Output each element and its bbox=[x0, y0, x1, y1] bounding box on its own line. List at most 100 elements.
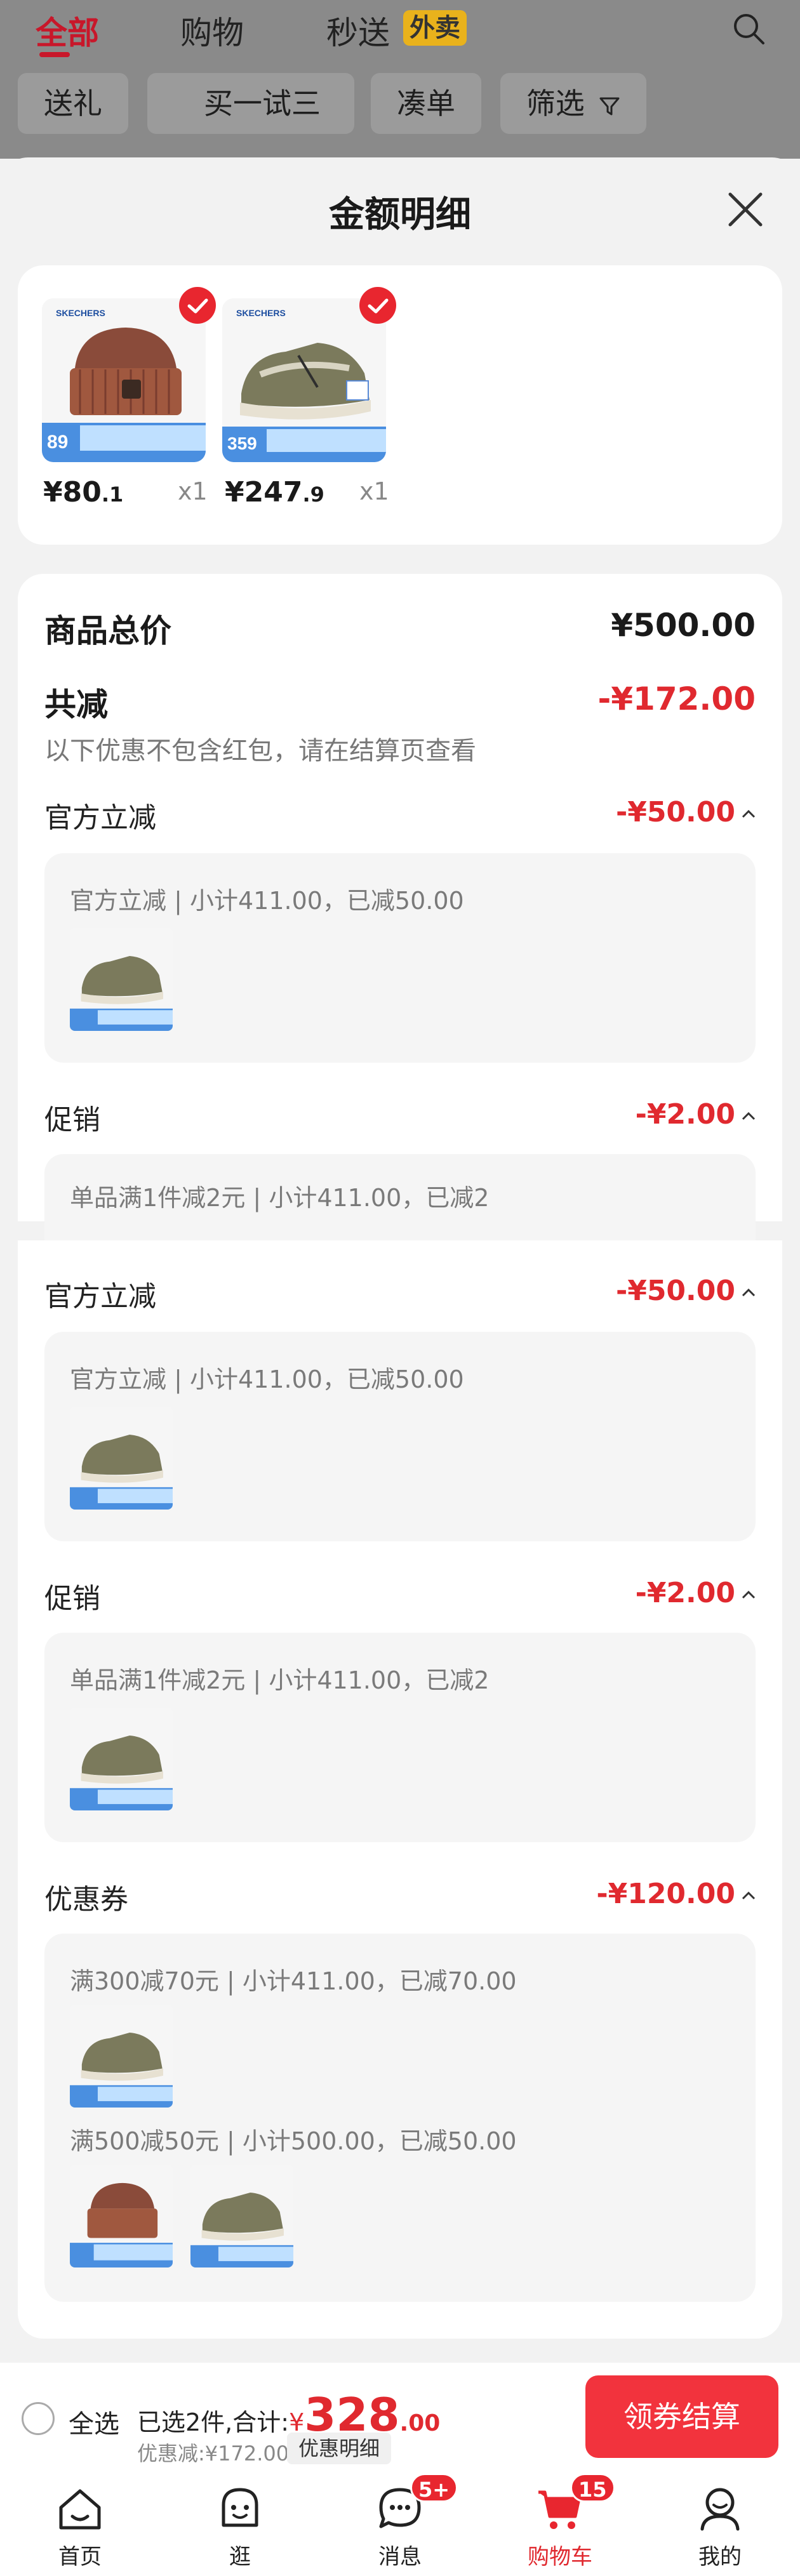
coupon-detail-text: 满300减70元 | 小计411.00，已减70.00 bbox=[70, 1967, 517, 1995]
nav-cart-label: 购物车 bbox=[528, 2544, 592, 2570]
tab-flash-delivery[interactable]: 秒送 bbox=[326, 8, 390, 53]
checkout-button[interactable]: 领券结算 bbox=[585, 2375, 778, 2458]
svg-text:SKECHERS: SKECHERS bbox=[56, 308, 105, 318]
official-detail-box: 官方立减 | 小计411.00，已减50.00 bbox=[44, 853, 756, 1063]
tab-shopping[interactable]: 购物 bbox=[180, 8, 244, 53]
nav-home[interactable]: 首页 bbox=[0, 2471, 160, 2576]
hat-thumb[interactable] bbox=[70, 2165, 173, 2267]
chevron-up-icon bbox=[742, 809, 756, 818]
section-official-label: 官方立减 bbox=[44, 802, 156, 834]
nav-messages[interactable]: 5+ 消息 bbox=[320, 2471, 480, 2576]
bottom-nav: 首页 逛 5+ 消息 15 购物车 我的 bbox=[0, 2471, 800, 2576]
top-header: 全部 购物 秒送 外卖 送礼 买一试三 凑单 筛选 bbox=[0, 0, 800, 159]
chip-gift[interactable]: 送礼 bbox=[18, 73, 128, 134]
section-promo-label: 促销 bbox=[44, 1104, 100, 1136]
hat-qty: x1 bbox=[178, 477, 208, 505]
chip-filter[interactable]: 筛选 bbox=[500, 73, 646, 134]
shoe-banner-price: 359 bbox=[227, 434, 257, 453]
shoe-thumb[interactable] bbox=[70, 1708, 173, 1810]
section-promo-label: 促销 bbox=[44, 1583, 100, 1615]
select-all-label: 全选 bbox=[69, 2410, 119, 2439]
hat-price-main: ¥80 bbox=[43, 476, 102, 508]
promo-detail-text: 单品满1件减2元 | 小计411.00，已减2 bbox=[70, 1666, 490, 1694]
promo-detail-text: 单品满1件减2元 | 小计411.00，已减2 bbox=[70, 1184, 490, 1212]
chevron-up-icon bbox=[742, 1112, 756, 1120]
nav-profile-label: 我的 bbox=[698, 2544, 742, 2570]
tab-underline bbox=[39, 52, 70, 57]
section-coupon-value: -¥120.00 bbox=[596, 1878, 735, 1910]
coupon-detail-box: 满300减70元 | 小计411.00，已减70.00 满500减50元 | 小… bbox=[44, 1934, 756, 2302]
chevron-up-icon bbox=[742, 1891, 756, 1900]
check-icon[interactable] bbox=[179, 287, 216, 324]
nav-browse-label: 逛 bbox=[229, 2544, 251, 2570]
official-detail-text: 官方立减 | 小计411.00，已减50.00 bbox=[70, 887, 464, 915]
section-coupon-toggle[interactable]: -¥120.00 bbox=[596, 1878, 756, 1910]
shoe-thumb[interactable] bbox=[70, 928, 173, 1031]
shoe-thumb[interactable] bbox=[70, 2005, 173, 2108]
discount-note: 以下优惠不包含红包，请在结算页查看 bbox=[44, 736, 476, 766]
tab-all[interactable]: 全部 bbox=[36, 8, 99, 53]
section-coupon-label: 优惠券 bbox=[44, 1883, 128, 1916]
official-detail-box: 官方立减 | 小计411.00，已减50.00 bbox=[44, 1332, 756, 1541]
hat-banner-price: 89 bbox=[47, 432, 68, 453]
nav-messages-label: 消息 bbox=[378, 2544, 422, 2570]
shoe-price-main: ¥247 bbox=[225, 476, 303, 508]
check-icon[interactable] bbox=[359, 287, 396, 324]
nav-cart[interactable]: 15 购物车 bbox=[480, 2471, 640, 2576]
section-official-value: -¥50.00 bbox=[615, 1275, 735, 1307]
chip-filter-label: 筛选 bbox=[526, 86, 585, 121]
category-tabs: 全部 购物 秒送 外卖 bbox=[0, 0, 800, 57]
chip-try-label: 买一试三 bbox=[204, 86, 321, 121]
section-promo-toggle[interactable]: -¥2.00 bbox=[636, 1098, 756, 1131]
amount-detail-sheet: 金额明细 SKECHERS 89 ¥80.1 x1 SKECHERS 359 ¥… bbox=[0, 157, 800, 2576]
selected-text: 已选2件,合计: bbox=[137, 2408, 290, 2436]
shoe-qty: x1 bbox=[359, 477, 389, 505]
shoe-price-dec: .9 bbox=[302, 482, 324, 507]
shoe-thumb[interactable] bbox=[190, 2165, 293, 2267]
total-label: 商品总价 bbox=[44, 613, 171, 649]
summary-card: 商品总价 ¥500.00 共减 -¥172.00 以下优惠不包含红包，请在结算页… bbox=[18, 574, 782, 1281]
coupon-detail-text-2: 满500减50元 | 小计500.00，已减50.00 bbox=[70, 2127, 517, 2155]
shoe-thumb[interactable] bbox=[70, 1407, 173, 1510]
total-value: ¥500.00 bbox=[611, 607, 756, 644]
products-card: SKECHERS 89 ¥80.1 x1 SKECHERS 359 ¥247.9… bbox=[18, 265, 782, 545]
checkout-bar: 全选 已选2件,合计:¥328.00 优惠减:¥172.00 优惠明细 领券结算 bbox=[0, 2363, 800, 2471]
hat-price: ¥80.1 bbox=[43, 476, 123, 508]
section-promo-value: -¥2.00 bbox=[635, 1098, 735, 1131]
section-promo-toggle[interactable]: -¥2.00 bbox=[636, 1577, 756, 1609]
saved-amount: 优惠减:¥172.00 bbox=[137, 2441, 290, 2466]
nav-home-label: 首页 bbox=[58, 2544, 102, 2570]
chevron-up-icon bbox=[742, 1288, 756, 1297]
search-icon[interactable] bbox=[731, 11, 766, 46]
close-icon[interactable] bbox=[726, 190, 764, 229]
filter-chips: 送礼 买一试三 凑单 筛选 bbox=[0, 73, 800, 136]
promo-detail-box: 单品满1件减2元 | 小计411.00，已减2 bbox=[44, 1633, 756, 1842]
section-official-toggle[interactable]: -¥50.00 bbox=[616, 1275, 756, 1307]
section-promo-value: -¥2.00 bbox=[635, 1577, 735, 1609]
chip-bundle[interactable]: 凑单 bbox=[371, 73, 481, 134]
total-amount-dec: .00 bbox=[399, 2410, 441, 2436]
profile-icon bbox=[700, 2488, 740, 2531]
nav-browse[interactable]: 逛 bbox=[160, 2471, 320, 2576]
chevron-up-icon bbox=[742, 1590, 756, 1599]
discount-detail-button[interactable]: 优惠明细 bbox=[287, 2433, 392, 2464]
discount-label: 共减 bbox=[44, 686, 108, 723]
cart-badge: 15 bbox=[570, 2473, 615, 2502]
waimai-tag: 外卖 bbox=[403, 10, 467, 46]
nav-profile[interactable]: 我的 bbox=[640, 2471, 800, 2576]
official-detail-text: 官方立减 | 小计411.00，已减50.00 bbox=[70, 1365, 464, 1393]
section-official-label: 官方立减 bbox=[44, 1280, 156, 1313]
filter-icon bbox=[599, 97, 620, 115]
hat-price-dec: .1 bbox=[101, 482, 124, 507]
select-all-checkbox[interactable] bbox=[22, 2402, 55, 2435]
home-icon bbox=[59, 2489, 101, 2530]
chip-try[interactable]: 买一试三 bbox=[147, 73, 354, 134]
discount-value: -¥172.00 bbox=[597, 681, 756, 717]
summary-card-continued: 官方立减 -¥50.00 官方立减 | 小计411.00，已减50.00 促销 … bbox=[18, 1240, 782, 2339]
browse-face-icon bbox=[222, 2488, 258, 2527]
svg-text:SKECHERS: SKECHERS bbox=[236, 308, 286, 318]
section-official-toggle[interactable]: -¥50.00 bbox=[616, 796, 756, 828]
shoe-price: ¥247.9 bbox=[225, 476, 324, 508]
sheet-title: 金额明细 bbox=[329, 194, 471, 236]
section-official-value: -¥50.00 bbox=[615, 796, 735, 828]
